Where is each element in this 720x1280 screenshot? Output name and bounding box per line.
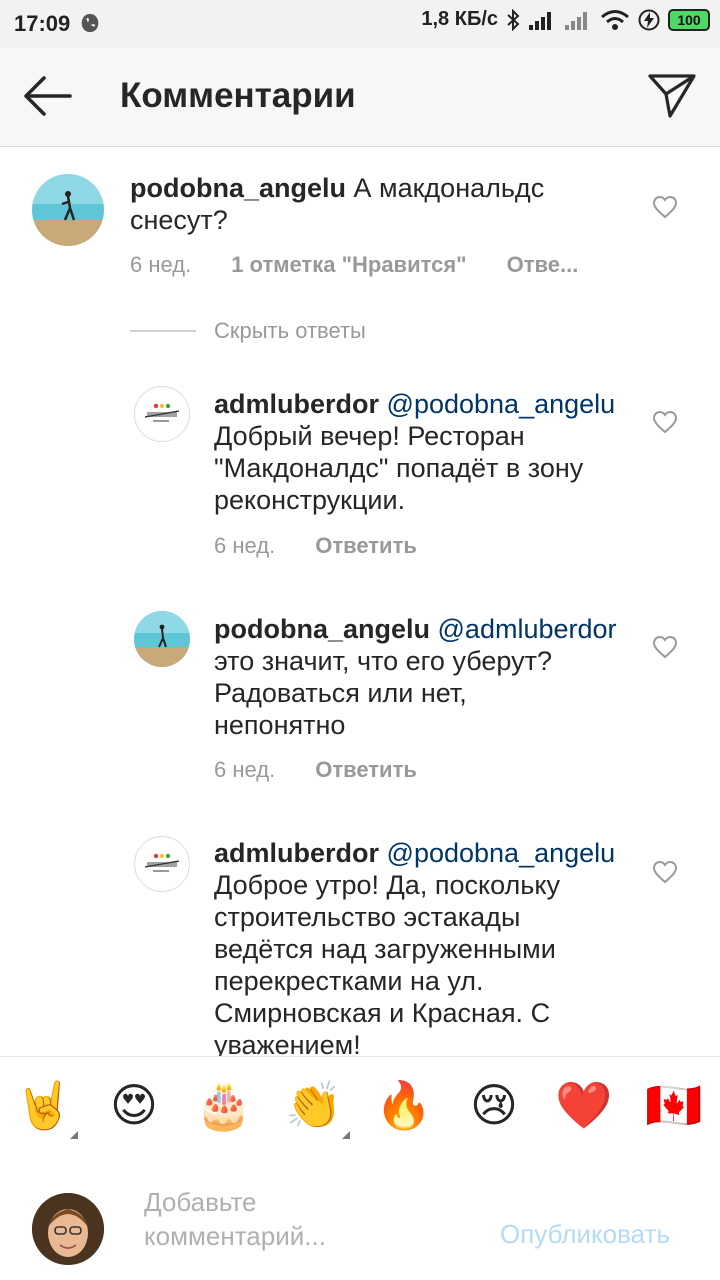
publish-button[interactable]: Опубликовать xyxy=(500,1219,670,1250)
reply-line: уважением! xyxy=(214,1030,361,1056)
avatar[interactable] xyxy=(134,386,190,442)
reply-line: "Макдоналдс" попадёт в зону xyxy=(214,453,584,483)
comment-likes[interactable]: 1 отметка "Нравится" xyxy=(231,252,466,278)
reply-time: 6 нед. xyxy=(214,533,276,558)
back-arrow-icon[interactable] xyxy=(22,74,74,118)
signal-2-icon xyxy=(565,11,587,30)
reply-mention[interactable]: @admluberdor xyxy=(438,614,617,644)
reply-text: admluberdor @podobna_angelu Доброе утро!… xyxy=(214,837,634,1056)
reply-button[interactable]: Отве... xyxy=(507,252,579,278)
reply-line: перекрестками на ул. xyxy=(214,966,484,996)
comment-meta: 6 нед. 1 отметка "Нравится" Отве... xyxy=(130,252,578,278)
comment-body-line2: снесут? xyxy=(130,205,228,235)
comment-text: podobna_angelu А макдональдс снесут? xyxy=(130,172,630,236)
page-title: Комментарии xyxy=(120,76,356,115)
like-heart-icon[interactable] xyxy=(652,635,678,659)
reply-clip: admluberdor @podobna_angelu Доброе утро!… xyxy=(0,830,720,1056)
divider-line xyxy=(130,330,196,332)
emoji-birthday-cake[interactable]: 🎂 xyxy=(194,1075,254,1135)
status-bar: 17:09 1,8 КБ/с 100 xyxy=(0,0,720,48)
current-user-avatar xyxy=(32,1193,104,1265)
reply-line: Радоваться или нет, xyxy=(214,678,467,708)
signal-icon xyxy=(529,11,551,30)
status-time: 17:09 xyxy=(14,11,71,36)
reply-line: Смирновская и Красная. С xyxy=(214,998,551,1028)
avatar[interactable] xyxy=(134,611,190,667)
reply-meta: 6 нед. Ответить xyxy=(214,533,417,559)
like-heart-icon[interactable] xyxy=(652,860,678,884)
emoji-variants-indicator xyxy=(342,1131,350,1139)
reply-username[interactable]: admluberdor xyxy=(214,389,379,419)
reply-line: Доброе утро! Да, поскольку xyxy=(214,870,560,900)
reply-time: 6 нед. xyxy=(214,757,276,782)
reply-line: Добрый вечер! Ресторан xyxy=(214,421,525,451)
reply-meta: 6 нед. Ответить xyxy=(214,757,417,783)
avatar[interactable] xyxy=(32,174,104,246)
emoji-quick-bar: 🤘 😍 🎂 👏 🔥 😢 ❤️ 🇨🇦 xyxy=(0,1056,720,1154)
comment-body: А макдональдс xyxy=(353,173,545,203)
emoji-clapping-hands[interactable]: 👏 xyxy=(284,1075,344,1135)
comment-composer: Добавьте комментарий... Опубликовать xyxy=(0,1153,720,1280)
like-heart-icon[interactable] xyxy=(652,195,678,219)
reply-line: это значит, что его уберут? xyxy=(214,646,553,676)
comment-username[interactable]: podobna_angelu xyxy=(130,173,346,203)
reply-text: podobna_angelu @admluberdor это значит, … xyxy=(214,613,634,741)
comment-input-placeholder-line2: комментарий... xyxy=(144,1221,326,1251)
hide-replies-toggle[interactable]: Скрыть ответы xyxy=(130,318,366,344)
emoji-heart-eyes[interactable]: 😍 xyxy=(104,1075,164,1135)
phone-call-icon xyxy=(81,13,99,33)
comment-input[interactable]: Добавьте комментарий... xyxy=(144,1185,474,1253)
reply-username[interactable]: podobna_angelu xyxy=(214,614,430,644)
comment-time: 6 нед. xyxy=(130,252,192,277)
reply-username[interactable]: admluberdor xyxy=(214,838,379,868)
battery-indicator: 100 xyxy=(668,8,710,31)
charging-icon xyxy=(638,9,660,30)
emoji-rock-on[interactable]: 🤘 xyxy=(14,1075,74,1135)
direct-send-icon[interactable] xyxy=(646,70,698,120)
reply-line: непонятно xyxy=(214,710,346,740)
wifi-icon xyxy=(601,9,629,30)
hide-replies-label[interactable]: Скрыть ответы xyxy=(214,318,366,344)
reply-mention[interactable]: @podobna_angelu xyxy=(387,389,616,419)
emoji-variants-indicator xyxy=(70,1131,78,1139)
battery-level: 100 xyxy=(677,11,701,28)
emoji-fire[interactable]: 🔥 xyxy=(374,1075,434,1135)
reply-line: реконструкции. xyxy=(214,485,406,515)
status-right: 1,8 КБ/с 100 xyxy=(421,8,710,31)
reply-line: строительство эстакады xyxy=(214,902,521,932)
reply-button[interactable]: Ответить xyxy=(315,757,417,783)
emoji-crying-face[interactable]: 😢 xyxy=(464,1075,524,1135)
network-speed: 1,8 КБ/с xyxy=(421,8,498,30)
bluetooth-icon xyxy=(507,8,520,31)
reply-line: ведётся над загруженными xyxy=(214,934,556,964)
comment-input-placeholder: Добавьте xyxy=(144,1187,257,1217)
reply-text: admluberdor @podobna_angelu Добрый вечер… xyxy=(214,388,634,516)
like-heart-icon[interactable] xyxy=(652,410,678,434)
reply-mention[interactable]: @podobna_angelu xyxy=(387,838,616,868)
reply-button[interactable]: Ответить xyxy=(315,533,417,559)
app-bar: Комментарии xyxy=(0,48,720,147)
emoji-canada-flag[interactable]: 🇨🇦 xyxy=(644,1075,704,1135)
emoji-red-heart[interactable]: ❤️ xyxy=(554,1075,614,1135)
